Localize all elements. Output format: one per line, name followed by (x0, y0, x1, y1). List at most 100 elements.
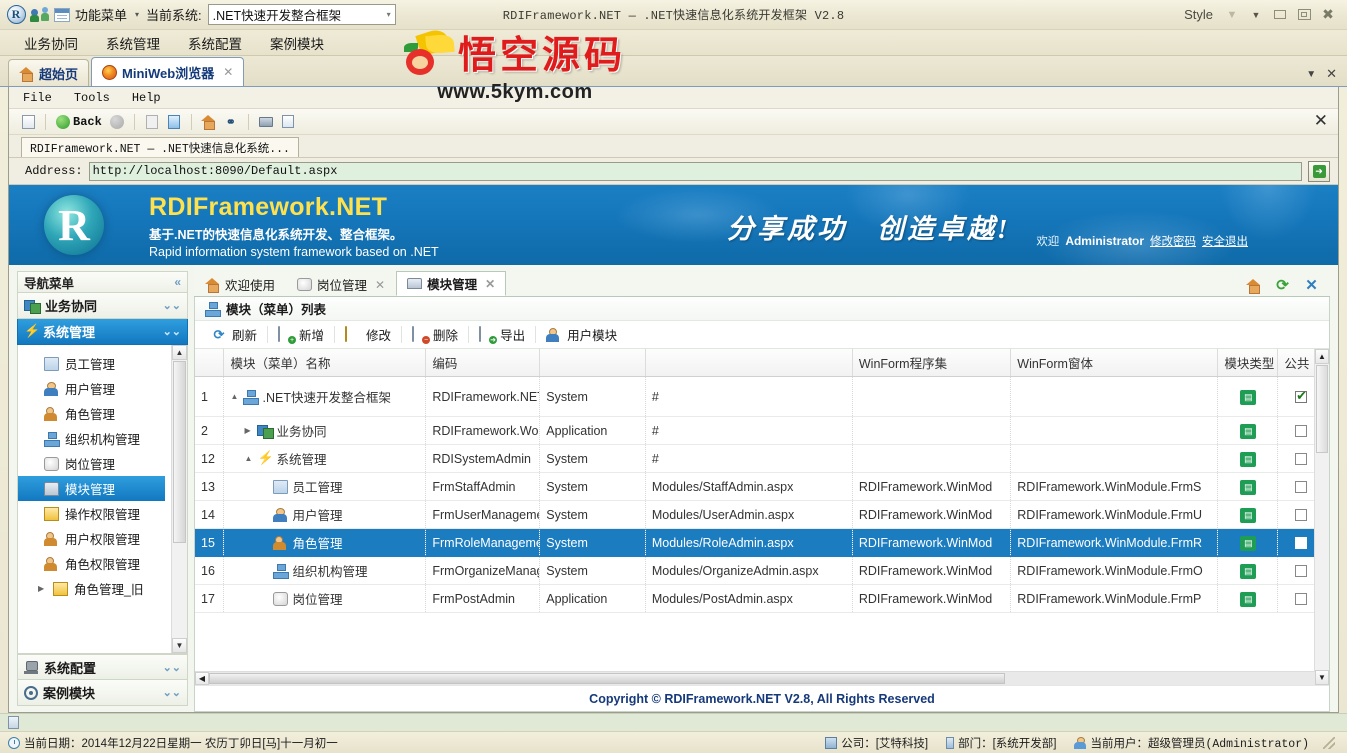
refresh-button[interactable]: ⟳ 刷新 (201, 323, 267, 347)
export-button[interactable]: ➜ 导出 (469, 323, 535, 347)
table-row[interactable]: 17 岗位管理 FrmPostAdmin Application Modules/Pos… (195, 584, 1325, 613)
grid-vertical-scrollbar[interactable]: ▲ ▼ (1314, 349, 1329, 685)
doc-tab-list-icon[interactable]: ▼ (1306, 69, 1316, 80)
sidebar-item-user-permission[interactable]: 用户权限管理 (18, 526, 187, 551)
doc-tab-close-icon[interactable]: ✕ (223, 65, 233, 79)
col-no[interactable] (195, 349, 225, 377)
stop-icon[interactable] (141, 112, 163, 132)
new-page-icon[interactable] (17, 112, 39, 132)
search-icon[interactable]: ⚭ (220, 112, 242, 132)
user-module-button[interactable]: 用户模块 (536, 323, 627, 347)
style-dropdown-icon[interactable]: ▼ (1245, 6, 1267, 24)
browser-menu-file[interactable]: File (23, 91, 52, 105)
col-name[interactable]: 模块（菜单）名称 (223, 349, 427, 377)
hscroll-track[interactable] (209, 672, 1315, 685)
expander-icon[interactable]: ▲ (230, 392, 239, 401)
sidebar-item-post[interactable]: 岗位管理 (18, 451, 187, 476)
sidebar-group-system-admin[interactable]: 系统管理 ⌄⌄ (17, 319, 188, 345)
style-swatch-icon[interactable]: ▼ (1221, 6, 1243, 24)
expander-icon[interactable]: ▶ (244, 426, 253, 435)
close-icon[interactable]: ✕ (1303, 277, 1320, 294)
tab-close-icon[interactable]: ✕ (375, 278, 385, 292)
sidebar-item-organize[interactable]: 组织机构管理 (18, 426, 187, 451)
col-url[interactable] (645, 349, 853, 377)
tab-post-admin[interactable]: 岗位管理 ✕ (286, 272, 396, 296)
home-icon[interactable] (198, 112, 220, 132)
table-row[interactable]: 16 组织机构管理 FrmOrganizeManage System Modules/O… (195, 556, 1325, 585)
public-checkbox[interactable] (1295, 593, 1308, 606)
tab-close-icon[interactable]: ✕ (485, 277, 495, 291)
table-row[interactable]: 14 用户管理 FrmUserManagemen System Modules/User… (195, 500, 1325, 529)
public-checkbox[interactable] (1295, 453, 1308, 466)
add-button[interactable]: + 新增 (268, 323, 334, 347)
public-checkbox[interactable] (1295, 537, 1308, 550)
public-checkbox[interactable] (1295, 388, 1308, 404)
current-system-select[interactable]: .NET快速开发整合框架 ▾ (207, 4, 396, 25)
collapse-sidebar-icon[interactable]: « (174, 275, 181, 289)
doc-tab-miniweb[interactable]: MiniWeb浏览器 ✕ (91, 57, 245, 86)
ribbon-item-1[interactable]: 系统管理 (92, 31, 174, 55)
print-preview-icon[interactable] (277, 112, 299, 132)
back-button[interactable]: Back (52, 114, 106, 129)
doc-tab-close-all-icon[interactable]: ✕ (1326, 66, 1337, 82)
ribbon-item-3[interactable]: 案例模块 (256, 31, 338, 55)
change-password-link[interactable]: 修改密码 (1150, 233, 1196, 249)
ribbon-item-0[interactable]: 业务协同 (10, 31, 92, 55)
edit-button[interactable]: 修改 (335, 323, 401, 347)
col-modtype[interactable]: 模块类型 (1217, 349, 1279, 377)
sidebar-group-case-module[interactable]: 案例模块 ⌄⌄ (17, 680, 188, 706)
go-button[interactable]: ➜ (1308, 160, 1330, 182)
close-button[interactable]: ✖ (1317, 6, 1339, 24)
table-row[interactable]: 15 角色管理 FrmRoleManagemen System Modules/Role… (195, 528, 1325, 557)
sidebar-group-system-config[interactable]: 系统配置 ⌄⌄ (17, 654, 188, 680)
doc-tab-start-page[interactable]: 超始页 (8, 59, 90, 86)
browser-menu-tools[interactable]: Tools (74, 91, 110, 105)
scrollbar-thumb[interactable] (173, 361, 186, 543)
resize-grip-icon[interactable] (1323, 736, 1335, 749)
browser-page-tab[interactable]: RDIFramework.NET — .NET快速信息化系统... (21, 137, 299, 157)
public-checkbox[interactable] (1295, 509, 1308, 522)
delete-button[interactable]: − 删除 (402, 323, 468, 347)
function-menu-icon[interactable] (52, 5, 72, 25)
table-row[interactable]: 2 ▶ 业务协同 RDIFramework.Work Application # ▤ (195, 416, 1325, 445)
table-row[interactable]: 12 ▲ 系统管理 RDISystemAdminSystem# ▤ (195, 444, 1325, 473)
sidebar-group-business[interactable]: 业务协同 ⌄⌄ (17, 293, 188, 319)
users-icon[interactable] (29, 5, 49, 25)
tab-module-admin[interactable]: 模块管理 ✕ (396, 271, 507, 296)
tab-welcome[interactable]: 欢迎使用 (194, 272, 286, 296)
address-input[interactable]: http://localhost:8090/Default.aspx (88, 161, 1302, 181)
sidebar-item-user[interactable]: 用户管理 (18, 376, 187, 401)
browser-menu-help[interactable]: Help (132, 91, 161, 105)
public-checkbox[interactable] (1295, 565, 1308, 578)
col-type[interactable] (539, 349, 646, 377)
expander-icon[interactable]: ▲ (244, 454, 253, 463)
sidebar-item-role-old[interactable]: ▶ 角色管理_旧 (18, 576, 187, 601)
table-row[interactable]: 1 ▲ .NET快速开发整合框架 RDIFramework.NET System # ▤ (195, 376, 1325, 417)
style-label[interactable]: Style (1184, 7, 1213, 22)
scroll-up-icon[interactable]: ▲ (1315, 349, 1329, 364)
table-row[interactable]: 13 员工管理 FrmStaffAdmin System Modules/StaffAd… (195, 472, 1325, 501)
col-form[interactable]: WinForm窗体 (1010, 349, 1219, 377)
sidebar-item-permission[interactable]: 操作权限管理 (18, 501, 187, 526)
public-checkbox[interactable] (1295, 425, 1308, 438)
refresh-icon[interactable]: ⟳ (1274, 277, 1291, 294)
sidebar-scrollbar[interactable]: ▲ ▼ (171, 345, 187, 653)
scrollbar-thumb[interactable] (1316, 365, 1328, 453)
logout-link[interactable]: 安全退出 (1202, 233, 1248, 249)
scroll-left-icon[interactable]: ◀ (195, 672, 209, 685)
sidebar-item-role[interactable]: 角色管理 (18, 401, 187, 426)
sidebar-item-role-permission[interactable]: 角色权限管理 (18, 551, 187, 576)
public-checkbox[interactable] (1295, 481, 1308, 494)
col-code[interactable]: 编码 (425, 349, 541, 377)
ribbon-item-2[interactable]: 系统配置 (174, 31, 256, 55)
expander-icon[interactable]: ▶ (38, 584, 47, 593)
sidebar-item-module[interactable]: 模块管理 (18, 476, 165, 501)
sidebar-item-staff[interactable]: 员工管理 (18, 351, 187, 376)
maximize-button[interactable] (1293, 6, 1315, 24)
forward-button[interactable] (106, 112, 128, 132)
scroll-down-icon[interactable]: ▼ (1315, 670, 1329, 685)
function-menu-label[interactable]: 功能菜单 (75, 5, 127, 24)
col-assembly[interactable]: WinForm程序集 (852, 349, 1012, 377)
scroll-up-icon[interactable]: ▲ (172, 345, 187, 360)
scroll-down-icon[interactable]: ▼ (172, 638, 187, 653)
